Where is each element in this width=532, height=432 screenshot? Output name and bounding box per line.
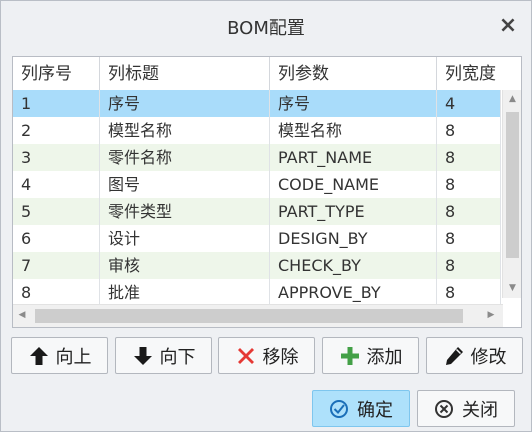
scroll-up-arrow-icon[interactable]: ▲	[503, 94, 522, 104]
action-toolbar: 向上 向下 移除 添加 修改	[11, 337, 525, 375]
bom-column-table: 列序号 列标题 列参数 列宽度 1 序号 序号 4 2 模型名称 模型名称 8 …	[12, 56, 522, 328]
cell-title: 零件名称	[100, 144, 270, 171]
cell-title: 零件类型	[100, 198, 270, 225]
table-row[interactable]: 4 图号 CODE_NAME 8	[13, 171, 501, 198]
cell-param: 序号	[270, 90, 437, 117]
column-header-param[interactable]: 列参数	[270, 57, 437, 90]
cell-index: 2	[13, 117, 100, 144]
cell-param: APPROVE_BY	[270, 279, 437, 306]
horizontal-scrollbar[interactable]: ◀ ▶	[13, 304, 503, 327]
cell-index: 4	[13, 171, 100, 198]
remove-button[interactable]: 移除	[218, 337, 315, 374]
table-row[interactable]: 3 零件名称 PART_NAME 8	[13, 144, 501, 171]
close-label: 关闭	[462, 399, 498, 421]
cell-param: PART_NAME	[270, 144, 437, 171]
edit-label: 修改	[470, 346, 507, 368]
cell-width: 8	[437, 198, 501, 225]
table-row[interactable]: 6 设计 DESIGN_BY 8	[13, 225, 501, 252]
horizontal-scroll-thumb[interactable]	[35, 309, 463, 323]
confirm-label: 确定	[357, 399, 393, 421]
cell-param: DESIGN_BY	[270, 225, 437, 252]
close-button[interactable]: 关闭	[417, 390, 515, 427]
check-circle-icon	[330, 399, 348, 418]
add-label: 添加	[366, 346, 403, 368]
scroll-left-arrow-icon[interactable]: ◀	[13, 310, 31, 320]
title-bar: BOM配置 ×	[1, 1, 531, 49]
cell-width: 8	[437, 252, 501, 279]
cell-width: 8	[437, 279, 501, 306]
cell-title: 设计	[100, 225, 270, 252]
arrow-down-icon	[133, 346, 152, 365]
vertical-scroll-thumb[interactable]	[506, 112, 519, 258]
cell-index: 1	[13, 90, 100, 117]
x-circle-icon	[435, 399, 453, 418]
cell-index: 3	[13, 144, 100, 171]
cell-param: CODE_NAME	[270, 171, 437, 198]
scroll-right-arrow-icon[interactable]: ▶	[482, 310, 500, 320]
table-row[interactable]: 5 零件类型 PART_TYPE 8	[13, 198, 501, 225]
cell-width: 8	[437, 225, 501, 252]
vertical-scrollbar[interactable]: ▲ ▼	[502, 90, 521, 298]
cell-width: 4	[437, 90, 501, 117]
cell-width: 8	[437, 117, 501, 144]
cell-title: 审核	[100, 252, 270, 279]
table-row[interactable]: 8 批准 APPROVE_BY 8	[13, 279, 501, 306]
remove-label: 移除	[262, 346, 299, 368]
red-x-icon	[237, 347, 254, 364]
table-header: 列序号 列标题 列参数 列宽度	[13, 57, 503, 90]
column-header-title[interactable]: 列标题	[100, 57, 270, 90]
table-row[interactable]: 1 序号 序号 4	[13, 90, 501, 117]
cell-title: 模型名称	[100, 117, 270, 144]
arrow-up-icon	[29, 346, 48, 365]
column-header-width[interactable]: 列宽度	[437, 57, 501, 90]
cell-param: PART_TYPE	[270, 198, 437, 225]
cell-title: 图号	[100, 171, 270, 198]
scroll-down-arrow-icon[interactable]: ▼	[503, 283, 522, 293]
move-up-label: 向上	[55, 346, 92, 368]
table-row[interactable]: 7 审核 CHECK_BY 8	[13, 252, 501, 279]
cell-title: 序号	[100, 90, 270, 117]
dialog-title: BOM配置	[227, 18, 305, 39]
cell-width: 8	[437, 171, 501, 198]
cell-index: 8	[13, 279, 100, 306]
close-icon[interactable]: ×	[494, 13, 522, 39]
pencil-icon	[445, 346, 463, 365]
green-plus-icon	[340, 346, 359, 365]
confirm-button[interactable]: 确定	[312, 390, 410, 427]
cell-index: 5	[13, 198, 100, 225]
add-button[interactable]: 添加	[322, 337, 419, 374]
cell-title: 批准	[100, 279, 270, 306]
move-down-label: 向下	[159, 346, 196, 368]
move-down-button[interactable]: 向下	[115, 337, 212, 374]
edit-button[interactable]: 修改	[426, 337, 523, 374]
table-body: 1 序号 序号 4 2 模型名称 模型名称 8 3 零件名称 PART_NAME…	[13, 90, 501, 306]
move-up-button[interactable]: 向上	[11, 337, 108, 374]
table-row[interactable]: 2 模型名称 模型名称 8	[13, 117, 501, 144]
cell-param: 模型名称	[270, 117, 437, 144]
cell-index: 6	[13, 225, 100, 252]
cell-index: 7	[13, 252, 100, 279]
column-header-index[interactable]: 列序号	[13, 57, 100, 90]
cell-width: 8	[437, 144, 501, 171]
bom-config-dialog: BOM配置 × 列序号 列标题 列参数 列宽度 1 序号 序号 4 2 模型名称…	[0, 0, 532, 432]
cell-param: CHECK_BY	[270, 252, 437, 279]
